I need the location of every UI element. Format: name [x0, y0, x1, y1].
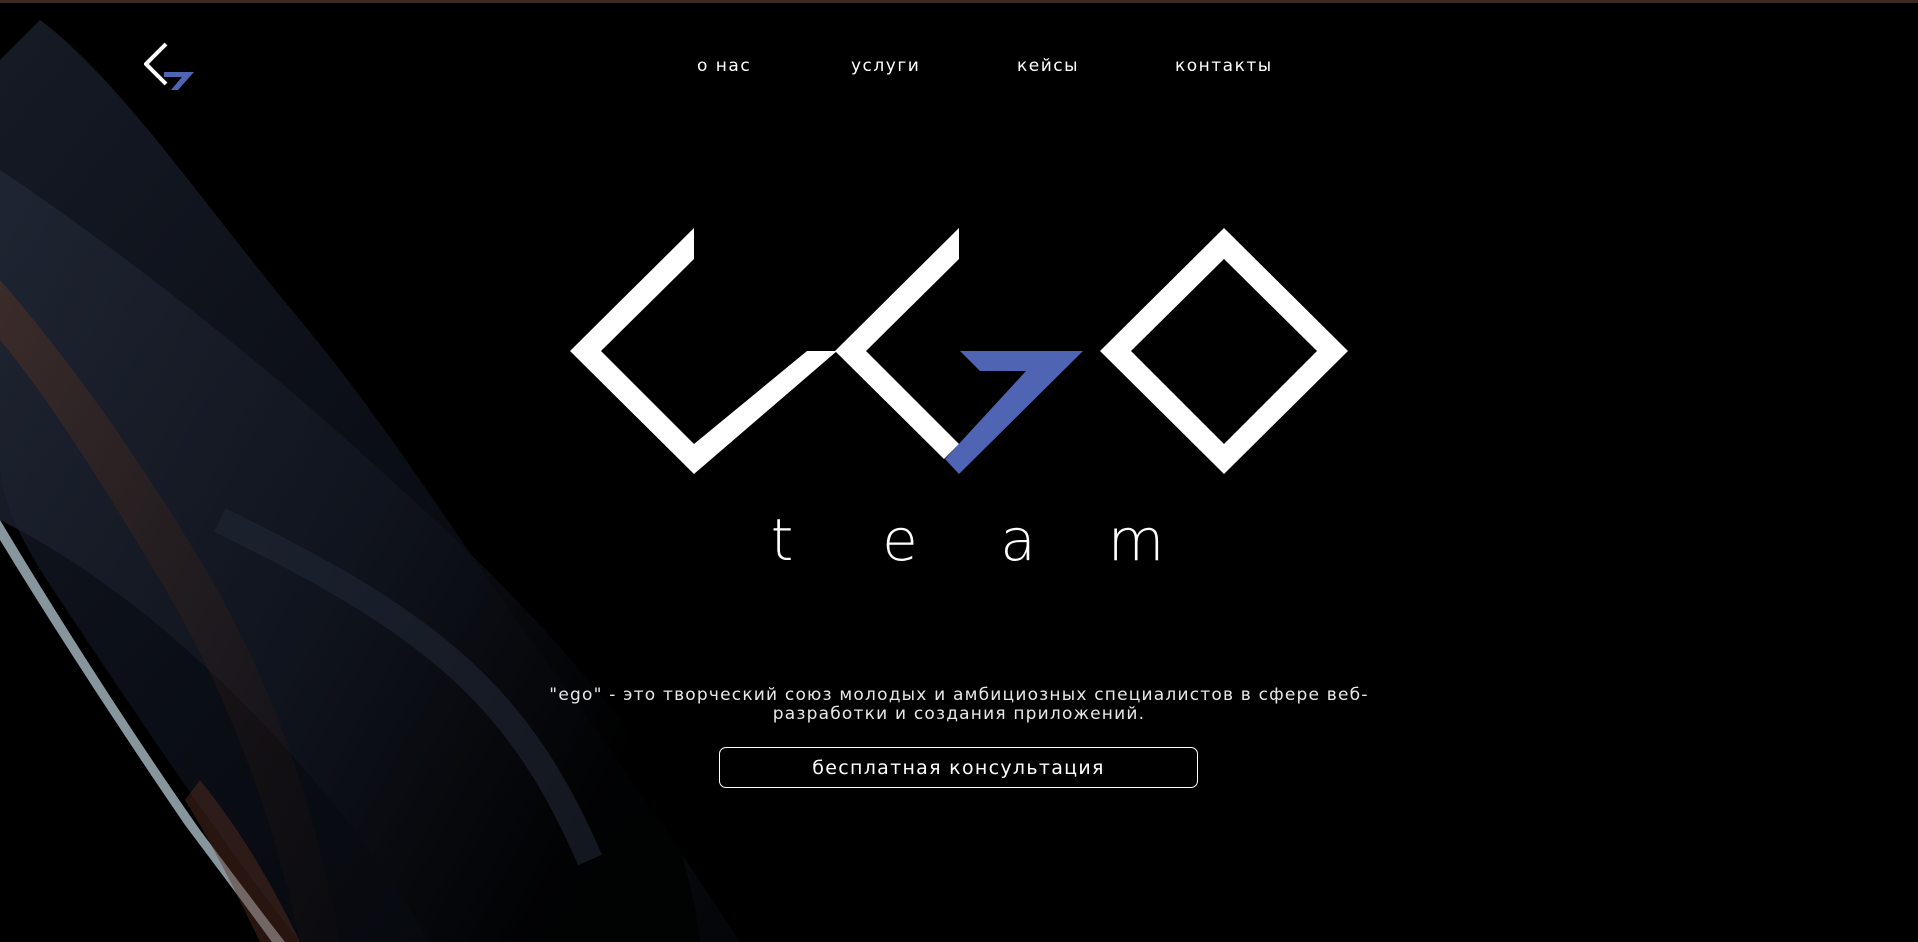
- nav-link-services[interactable]: услуги: [851, 56, 920, 76]
- nav-link-about[interactable]: о нас: [697, 56, 751, 76]
- team-letter: a: [1000, 506, 1036, 574]
- logo-letter-e: [570, 228, 837, 474]
- logo-letter-g: [835, 228, 959, 459]
- main-nav: о нас услуги кейсы контакты: [0, 56, 1918, 80]
- hero-tagline: "ego" - это творческий союз молодых и ам…: [549, 685, 1369, 724]
- ego-logo: [570, 228, 1348, 474]
- free-consultation-button[interactable]: бесплатная консультация: [719, 747, 1198, 788]
- logo-g-accent: [945, 351, 1083, 474]
- team-letter: t: [770, 506, 794, 574]
- nav-link-cases[interactable]: кейсы: [1017, 56, 1079, 76]
- team-letter: e: [882, 506, 918, 574]
- nav-link-contacts[interactable]: контакты: [1175, 56, 1273, 76]
- team-word: team: [0, 504, 1918, 576]
- team-letter: m: [1107, 506, 1165, 574]
